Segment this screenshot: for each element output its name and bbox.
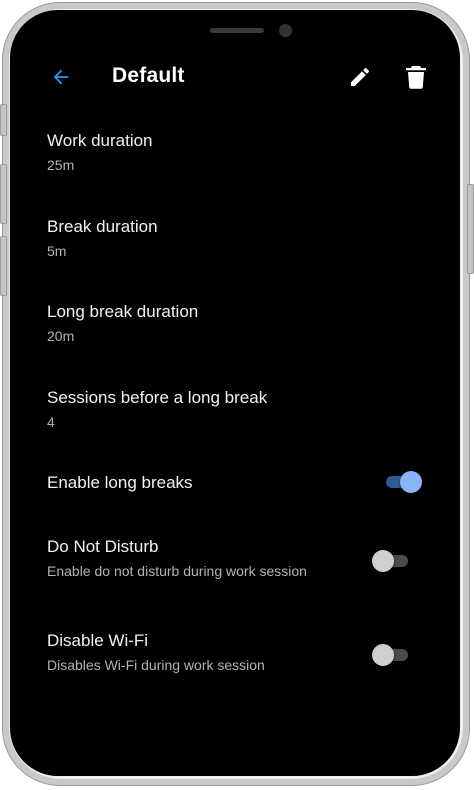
setting-title: Work duration	[47, 131, 153, 150]
pencil-icon	[351, 67, 370, 86]
trash-icon	[406, 66, 426, 89]
back-button[interactable]	[46, 62, 76, 92]
setting-title: Long break duration	[47, 302, 199, 321]
setting-title: Sessions before a long break	[47, 388, 268, 407]
setting-long-break-duration[interactable]: Long break duration 20m	[10, 297, 460, 367]
toggle-title: Disable Wi-Fi	[47, 631, 149, 650]
setting-sessions-before-long-break[interactable]: Sessions before a long break 4	[10, 383, 460, 453]
right-side-button	[467, 184, 474, 274]
switch-thumb	[372, 550, 394, 572]
page-title: Default	[112, 64, 185, 87]
toggle-subtitle: Enable do not disturb during work sessio…	[47, 563, 307, 579]
front-camera	[279, 24, 292, 37]
delete-button[interactable]	[402, 63, 430, 91]
left-side-button-middle	[0, 164, 7, 224]
screen: Default Work duration 25m Break duration…	[10, 10, 460, 776]
setting-title: Break duration	[47, 217, 158, 236]
enable-long-breaks-switch[interactable]	[382, 470, 422, 494]
switch-thumb	[400, 471, 422, 493]
toggle-title: Enable long breaks	[47, 473, 193, 492]
setting-value: 4	[47, 414, 55, 430]
disable-wifi-switch[interactable]	[372, 643, 412, 667]
speaker-grille	[210, 28, 264, 33]
toggle-title: Do Not Disturb	[47, 537, 159, 556]
app-bar: Default	[10, 52, 460, 102]
toggle-row-disable-wifi[interactable]: Disable Wi-Fi Disables Wi-Fi during work…	[10, 626, 460, 696]
left-side-button-bottom	[0, 236, 7, 296]
setting-value: 25m	[47, 157, 75, 173]
setting-work-duration[interactable]: Work duration 25m	[10, 126, 460, 196]
toggle-row-do-not-disturb[interactable]: Do Not Disturb Enable do not disturb dur…	[10, 532, 460, 602]
edit-button[interactable]	[346, 63, 374, 91]
left-side-button-top	[0, 104, 7, 136]
arrow-back-icon	[53, 69, 69, 85]
switch-thumb	[372, 644, 394, 666]
do-not-disturb-switch[interactable]	[372, 549, 412, 573]
setting-value: 5m	[47, 243, 67, 259]
setting-value: 20m	[47, 328, 75, 344]
setting-break-duration[interactable]: Break duration 5m	[10, 212, 460, 282]
toggle-subtitle: Disables Wi-Fi during work session	[47, 657, 265, 673]
toggle-row-enable-long-breaks[interactable]: Enable long breaks	[10, 468, 460, 518]
